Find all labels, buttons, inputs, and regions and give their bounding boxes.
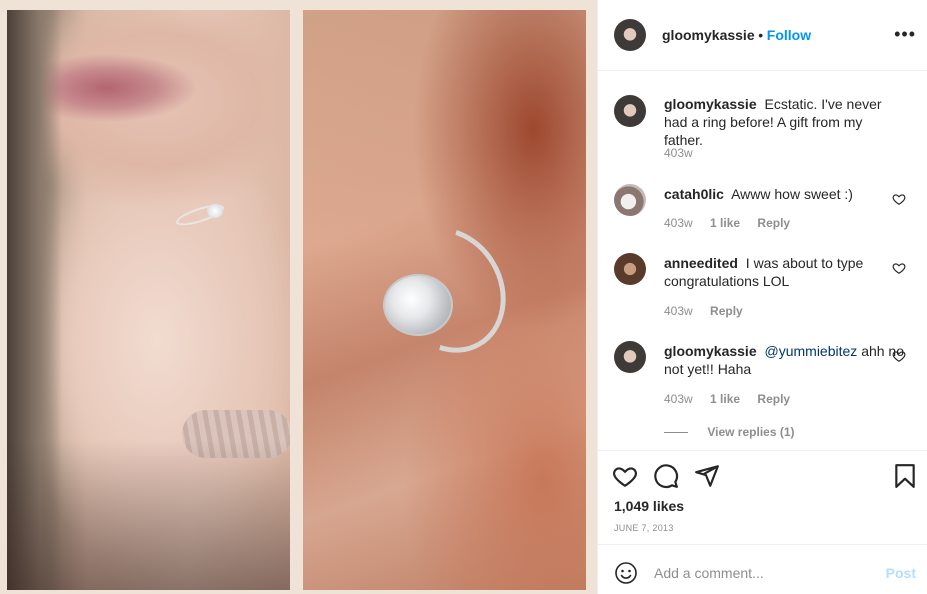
author-line: gloomykassie • Follow [662, 27, 811, 43]
caption-username[interactable]: gloomykassie [664, 96, 757, 112]
post-photo[interactable] [0, 0, 597, 594]
caption-avatar[interactable] [614, 95, 646, 127]
comment-text-block: catah0lic Awww how sweet :) [664, 185, 904, 203]
author-avatar[interactable] [614, 19, 646, 51]
comment-username[interactable]: anneedited [664, 255, 738, 271]
comment-heart-icon[interactable] [892, 349, 906, 363]
replies-divider [664, 432, 688, 434]
comment-composer: Post [598, 544, 927, 594]
bookmark-icon[interactable] [892, 463, 918, 489]
likes-count[interactable]: 1,049 likes [614, 498, 684, 514]
comment-meta: 403w Reply [664, 304, 757, 318]
reply-button[interactable]: Reply [710, 304, 743, 318]
more-icon[interactable]: ••• [894, 25, 916, 43]
photo-ring-diamond [383, 274, 453, 336]
comment-icon[interactable] [653, 463, 679, 489]
comment-heart-icon[interactable] [892, 261, 906, 275]
follow-button[interactable]: Follow [767, 27, 811, 43]
caption-time[interactable]: 403w [664, 146, 693, 160]
comment-meta: 403w 1 like Reply [664, 216, 804, 230]
reply-button[interactable]: Reply [757, 216, 790, 230]
comment-username[interactable]: gloomykassie [664, 343, 757, 359]
photo-panel-left [7, 10, 290, 590]
comment-likes[interactable]: 1 like [710, 392, 740, 406]
post-side-panel: gloomykassie • Follow ••• gloomykassie E… [597, 0, 927, 594]
view-replies-button[interactable]: View replies (1) [664, 425, 795, 439]
comment-avatar[interactable] [614, 253, 646, 285]
view-replies-label: View replies (1) [707, 425, 795, 439]
emoji-icon[interactable] [614, 561, 638, 585]
reply-button[interactable]: Reply [757, 392, 790, 406]
photo-ring-stone-small [207, 204, 223, 218]
heart-icon[interactable] [612, 463, 638, 489]
comment-time[interactable]: 403w [664, 216, 693, 230]
comment-likes[interactable]: 1 like [710, 216, 740, 230]
comment-text: Awww how sweet :) [731, 186, 853, 202]
comment-time[interactable]: 403w [664, 392, 693, 406]
comment-input[interactable] [654, 559, 874, 587]
post-button[interactable]: Post [886, 565, 916, 581]
comment-avatar[interactable] [614, 184, 646, 216]
comment-text-block: anneedited I was about to type congratul… [664, 254, 904, 290]
post-actions: 1,049 likes JUNE 7, 2013 [598, 450, 927, 544]
comment-meta: 403w 1 like Reply [664, 392, 804, 406]
caption-meta: 403w [664, 146, 707, 160]
comment-mention[interactable]: @yummiebitez [765, 343, 858, 359]
post-date[interactable]: JUNE 7, 2013 [614, 523, 674, 533]
caption-text-block: gloomykassie Ecstatic. I've never had a … [664, 95, 904, 149]
comment-text-block: gloomykassie @yummiebitez ahh no not yet… [664, 342, 904, 378]
photo-panel-right [303, 10, 586, 590]
author-username[interactable]: gloomykassie [662, 27, 755, 43]
comment-heart-icon[interactable] [892, 192, 906, 206]
share-icon[interactable] [694, 463, 720, 489]
separator-dot: • [758, 27, 764, 43]
photo-shadow [7, 440, 290, 590]
comment-username[interactable]: catah0lic [664, 186, 724, 202]
post-header: gloomykassie • Follow ••• [598, 0, 927, 71]
comment-time[interactable]: 403w [664, 304, 693, 318]
comment-avatar[interactable] [614, 341, 646, 373]
